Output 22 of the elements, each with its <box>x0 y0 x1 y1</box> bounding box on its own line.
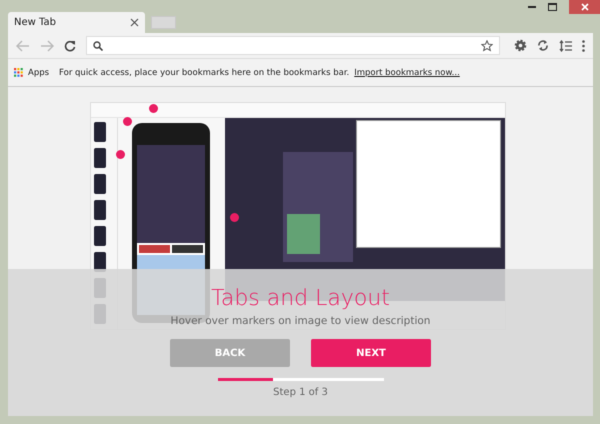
address-field[interactable] <box>86 36 500 55</box>
reload-icon[interactable] <box>64 40 76 52</box>
list-sort-icon[interactable] <box>559 40 572 52</box>
bookmark-star-icon[interactable] <box>481 40 493 52</box>
tour-title: Tabs and Layout <box>211 286 390 311</box>
maximize-icon[interactable] <box>548 3 557 11</box>
step-counter: Step 1 of 3 <box>273 387 328 398</box>
tour-subtitle: Hover over markers on image to view description <box>170 315 430 327</box>
bookmarks-message: For quick access, place your bookmarks here on the bookmarks bar. <box>59 68 350 78</box>
next-button[interactable]: NEXT <box>311 339 431 367</box>
minimize-icon[interactable] <box>528 5 536 9</box>
apps-shortcut[interactable]: Apps <box>28 68 50 78</box>
apps-grid-icon[interactable] <box>14 68 23 77</box>
close-button[interactable] <box>569 0 600 14</box>
search-icon <box>93 40 103 50</box>
close-icon <box>580 3 588 11</box>
menu-icon[interactable] <box>582 40 585 52</box>
browser-tab[interactable]: New Tab <box>8 12 145 33</box>
sync-icon[interactable] <box>537 39 549 52</box>
import-bookmarks-link[interactable]: Import bookmarks now... <box>354 68 460 78</box>
close-tab-icon[interactable] <box>130 18 139 27</box>
settings-icon[interactable] <box>514 39 527 52</box>
